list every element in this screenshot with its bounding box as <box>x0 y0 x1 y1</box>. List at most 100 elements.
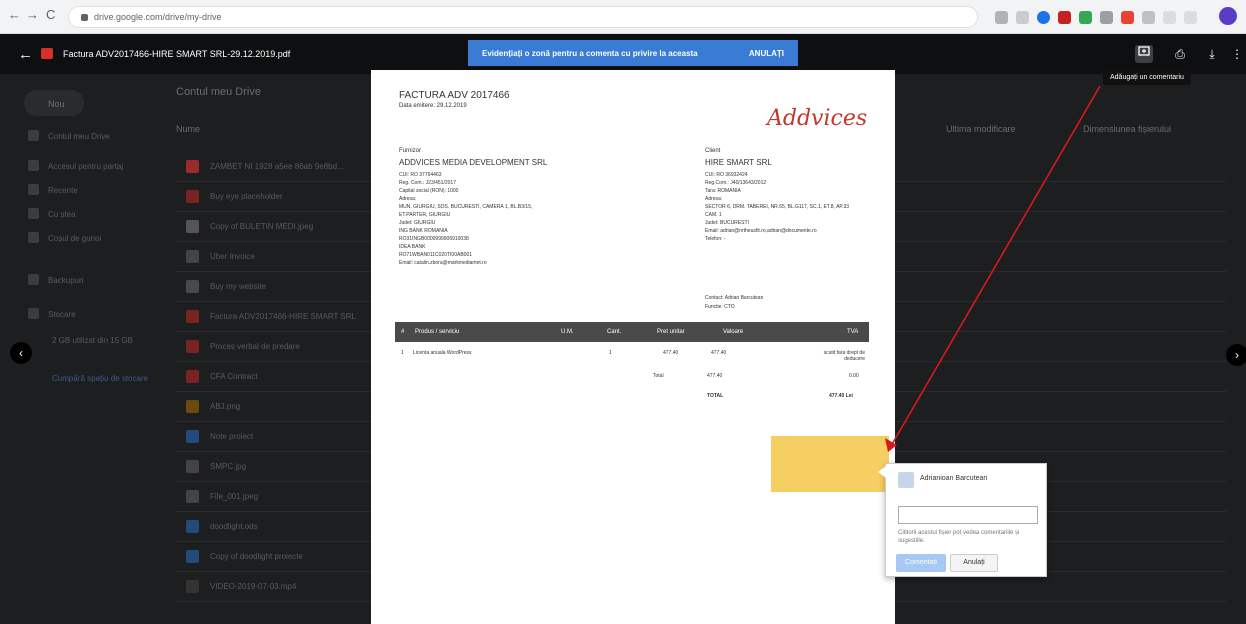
row-vat: scutit fara drept de deducere <box>823 350 865 362</box>
address-bar[interactable]: drive.google.com/drive/my-drive <box>68 6 978 28</box>
previous-file-button[interactable]: ‹ <box>10 342 32 364</box>
comment-hint: Cititorii acestui fișier pot vedea comen… <box>898 530 1020 544</box>
row-number: 1 <box>401 350 404 356</box>
close-viewer-icon[interactable]: ← <box>18 46 33 63</box>
extension-icon[interactable] <box>1079 10 1092 24</box>
supplier-line: ET.PARTER, GIURGIU <box>399 212 451 218</box>
comment-input[interactable] <box>898 506 1038 524</box>
file-name: Uber Invoice <box>210 252 255 261</box>
file-name: VIDEO-2019-07-03.mp4 <box>210 582 297 591</box>
total-label: Total <box>653 373 664 379</box>
column-size[interactable]: Dimensiunea fișierului <box>1083 124 1171 134</box>
extension-icon[interactable] <box>1163 10 1176 24</box>
supplier-line: ING BANK ROMANIA <box>399 228 448 234</box>
file-icon <box>186 400 199 413</box>
sidebar-item-shared[interactable]: Accesul pentru partaj <box>48 162 123 171</box>
breadcrumb[interactable]: Contul meu Drive <box>176 86 261 98</box>
buy-storage-link[interactable]: Cumpără spațiu de stocare <box>52 374 152 383</box>
sidebar-item-storage[interactable]: Stocare <box>48 310 76 319</box>
column-modified[interactable]: Ultima modificare <box>946 124 1016 134</box>
col-vat: TVA <box>847 329 859 335</box>
post-comment-button[interactable]: Comentați <box>896 554 946 572</box>
file-icon <box>186 280 199 293</box>
supplier-line: CUI: RO 37764463 <box>399 172 442 178</box>
banner-message: Evidențiați o zonă pentru a comenta cu p… <box>482 49 698 58</box>
browser-toolbar: ← → C drive.google.com/drive/my-drive <box>0 0 1246 34</box>
reload-icon[interactable]: C <box>46 7 55 22</box>
download-icon[interactable]: ⤓ <box>1203 45 1221 63</box>
supplier-line: Email: catalin.zbora@markmediamet.ro <box>399 260 487 266</box>
sidebar-item-recent[interactable]: Recente <box>48 186 78 195</box>
file-icon <box>186 520 199 533</box>
file-icon <box>186 220 199 233</box>
comment-user-name: Adrianioan Barcutean <box>920 475 988 482</box>
extension-icon[interactable] <box>1142 10 1155 24</box>
trash-icon <box>28 232 39 243</box>
extension-icon[interactable] <box>1184 10 1197 24</box>
file-name: SMPC.jpg <box>210 462 247 471</box>
sidebar-item-backups[interactable]: Backupuri <box>48 276 84 285</box>
file-icon <box>186 370 199 383</box>
col-number: # <box>401 329 405 335</box>
pdf-page[interactable]: FACTURA ADV 2017466 Data emitere: 29.12.… <box>371 70 895 624</box>
banner-cancel-button[interactable]: ANULAȚI <box>749 49 784 58</box>
extension-icon[interactable] <box>1100 10 1113 24</box>
supplier-line: Reg. Com.: J23/451/2017 <box>399 180 456 186</box>
file-icon <box>186 190 199 203</box>
client-line: Telefon: - <box>705 236 726 242</box>
chevron-left-icon: ‹ <box>19 346 23 360</box>
file-icon <box>186 490 199 503</box>
file-icon <box>186 550 199 563</box>
row-product: Licenta anuala WordPress <box>413 350 472 356</box>
sidebar-item-trash[interactable]: Coșul de gunoi <box>48 234 101 243</box>
highlighted-area[interactable] <box>771 436 889 492</box>
col-value: Valoare <box>723 329 744 335</box>
supplier-label: Furnizor <box>399 148 422 154</box>
add-comment-tooltip: Adăugați un comentariu <box>1103 70 1191 85</box>
more-options-icon[interactable]: ⋮ <box>1228 45 1246 63</box>
client-line: Reg.Com.: J40/13643/2012 <box>705 180 767 186</box>
row-price: 477.40 <box>663 350 679 356</box>
print-icon[interactable]: ⎙ <box>1171 45 1189 63</box>
url-text: drive.google.com/drive/my-drive <box>94 12 222 22</box>
new-button[interactable]: Nou <box>24 90 84 116</box>
client-name: HIRE SMART SRL <box>705 158 772 167</box>
highlight-instruction-banner: Evidențiați o zonă pentru a comenta cu p… <box>468 40 798 66</box>
cancel-comment-button[interactable]: Anulați <box>950 554 998 572</box>
sidebar-item-starred[interactable]: Cu stea <box>48 210 76 219</box>
extension-icon[interactable] <box>1058 10 1071 24</box>
invoice-date: Data emitere: 29.12.2019 <box>399 103 467 109</box>
file-name: CFA Contract <box>210 372 258 381</box>
extension-icon[interactable] <box>995 10 1008 24</box>
file-name: File_001.jpeg <box>210 492 259 501</box>
file-name: Buy my website <box>210 282 267 291</box>
extensions-area <box>995 9 1197 25</box>
column-name[interactable]: Nume <box>176 124 200 134</box>
extension-icon[interactable] <box>1121 10 1134 24</box>
add-comment-icon[interactable] <box>1135 45 1153 63</box>
grand-total-value: 477.40 Lei <box>829 393 853 399</box>
client-line: Email: adrian@nrtheusfit.ro,adrian@docum… <box>705 228 817 234</box>
supplier-line: RO71WBAN011C020TI00AB001 <box>399 252 473 258</box>
forward-icon[interactable]: → <box>26 7 39 22</box>
user-avatar <box>898 472 914 488</box>
file-name: Buy eye placeholder <box>210 192 283 201</box>
drive-icon <box>28 130 39 141</box>
sidebar-item-my-drive[interactable]: Contul meu Drive <box>48 132 110 141</box>
star-icon[interactable] <box>1016 10 1029 24</box>
file-name: Proces verbal de predare <box>210 342 300 351</box>
row-value: 477.40 <box>711 350 727 356</box>
next-file-button[interactable]: › <box>1226 344 1246 366</box>
invoice-title: FACTURA ADV 2017466 <box>399 90 510 101</box>
profile-avatar[interactable] <box>1219 7 1237 25</box>
col-unit: U.M. <box>561 329 574 335</box>
client-function: Functie: CTO <box>705 304 735 310</box>
star-icon <box>28 208 39 219</box>
col-product: Produs / serviciu <box>415 329 460 335</box>
total-vat: 0.00 <box>849 373 859 379</box>
extension-icon[interactable] <box>1037 10 1050 24</box>
total-value: 477.40 <box>707 373 723 379</box>
supplier-line: MUN. GIURGIU, SOS. BUCURESTI, CAMERA 1, … <box>399 204 533 210</box>
back-icon[interactable]: ← <box>8 7 21 22</box>
client-line: SECTOR 6, DRM. TABEREI, NR.65, BL.G117, … <box>705 204 850 210</box>
